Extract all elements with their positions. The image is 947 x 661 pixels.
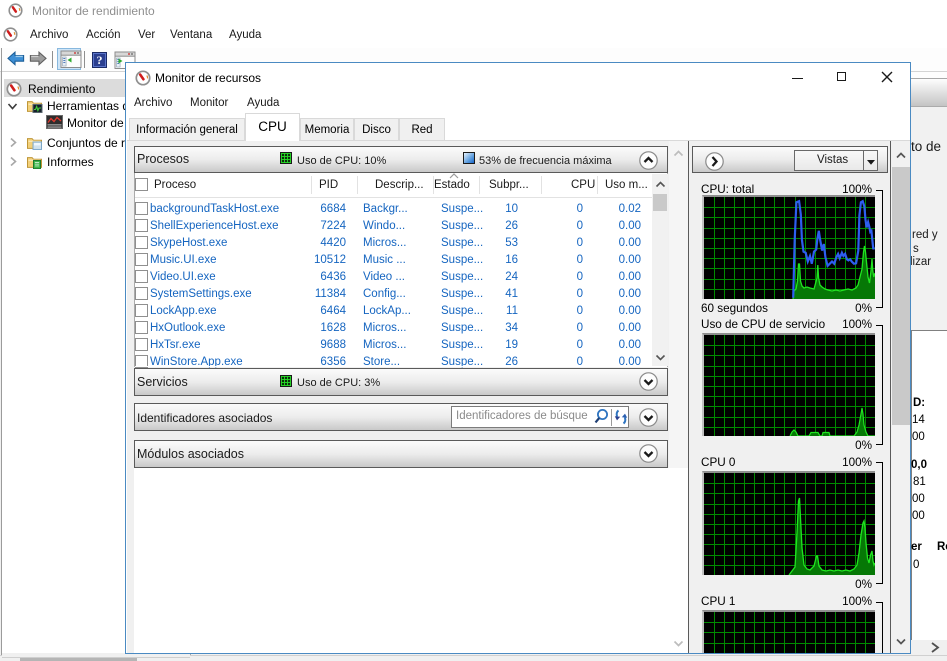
svg-text:?: ? (97, 53, 103, 67)
